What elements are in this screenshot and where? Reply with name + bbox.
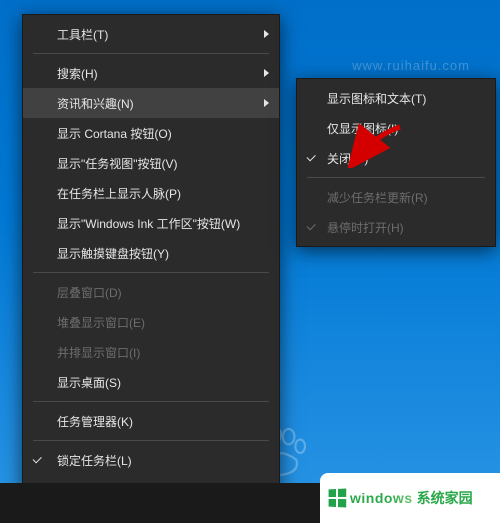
news-interests-submenu: 显示图标和文本(T) 仅显示图标(I) 关闭(O) 减少任务栏更新(R) 悬停时…: [296, 78, 496, 247]
submenu-item-show-icon-only[interactable]: 仅显示图标(I): [297, 113, 495, 143]
menu-label: 锁定任务栏(L): [57, 452, 132, 469]
menu-separator: [33, 401, 269, 402]
menu-label: 减少任务栏更新(R): [327, 189, 428, 206]
menu-separator: [33, 440, 269, 441]
menu-separator: [33, 53, 269, 54]
menu-item-people-on-taskbar[interactable]: 在任务栏上显示人脉(P): [23, 178, 279, 208]
menu-item-show-desktop[interactable]: 显示桌面(S): [23, 367, 279, 397]
submenu-item-show-icon-text[interactable]: 显示图标和文本(T): [297, 83, 495, 113]
brand-text-tail: 系统家园: [417, 488, 473, 508]
menu-label: 显示图标和文本(T): [327, 90, 426, 107]
menu-item-task-view-button[interactable]: 显示"任务视图"按钮(V): [23, 148, 279, 178]
menu-label: 资讯和兴趣(N): [57, 95, 134, 112]
chevron-right-icon: [264, 99, 269, 107]
submenu-item-reduce-updates: 减少任务栏更新(R): [297, 182, 495, 212]
menu-item-news-interests[interactable]: 资讯和兴趣(N): [23, 88, 279, 118]
menu-label: 堆叠显示窗口(E): [57, 314, 145, 331]
menu-item-cascade-windows: 层叠窗口(D): [23, 277, 279, 307]
submenu-item-open-on-hover: 悬停时打开(H): [297, 212, 495, 242]
submenu-item-turn-off[interactable]: 关闭(O): [297, 143, 495, 173]
menu-label: 显示"Windows Ink 工作区"按钮(W): [57, 215, 240, 232]
menu-item-cortana-button[interactable]: 显示 Cortana 按钮(O): [23, 118, 279, 148]
check-icon: [31, 453, 43, 465]
menu-label: 显示桌面(S): [57, 374, 121, 391]
menu-label: 并排显示窗口(I): [57, 344, 140, 361]
brand-text-main: windows: [350, 490, 413, 506]
menu-label: 任务管理器(K): [57, 413, 133, 430]
check-icon: [305, 151, 317, 163]
menu-label: 仅显示图标(I): [327, 120, 398, 137]
menu-label: 显示 Cortana 按钮(O): [57, 125, 172, 142]
menu-item-search[interactable]: 搜索(H): [23, 58, 279, 88]
menu-label: 悬停时打开(H): [327, 219, 404, 236]
menu-separator: [33, 272, 269, 273]
chevron-right-icon: [264, 69, 269, 77]
menu-item-side-by-side-windows: 并排显示窗口(I): [23, 337, 279, 367]
chevron-right-icon: [264, 30, 269, 38]
menu-label: 层叠窗口(D): [57, 284, 122, 301]
menu-label: 关闭(O): [327, 150, 368, 167]
menu-separator: [307, 177, 485, 178]
menu-item-touch-keyboard-button[interactable]: 显示触摸键盘按钮(Y): [23, 238, 279, 268]
menu-label: 显示触摸键盘按钮(Y): [57, 245, 169, 262]
windows-logo-icon: [329, 489, 347, 508]
brand-watermark: windows 系统家园: [320, 473, 500, 523]
menu-label: 搜索(H): [57, 65, 98, 82]
menu-label: 显示"任务视图"按钮(V): [57, 155, 178, 172]
taskbar-context-menu: 工具栏(T) 搜索(H) 资讯和兴趣(N) 显示 Cortana 按钮(O) 显…: [22, 14, 280, 510]
menu-item-windows-ink-button[interactable]: 显示"Windows Ink 工作区"按钮(W): [23, 208, 279, 238]
menu-label: 工具栏(T): [57, 26, 108, 43]
menu-item-toolbars[interactable]: 工具栏(T): [23, 19, 279, 49]
menu-item-lock-taskbar[interactable]: 锁定任务栏(L): [23, 445, 279, 475]
menu-item-stack-windows: 堆叠显示窗口(E): [23, 307, 279, 337]
menu-label: 在任务栏上显示人脉(P): [57, 185, 181, 202]
menu-item-task-manager[interactable]: 任务管理器(K): [23, 406, 279, 436]
check-icon: [305, 220, 317, 232]
